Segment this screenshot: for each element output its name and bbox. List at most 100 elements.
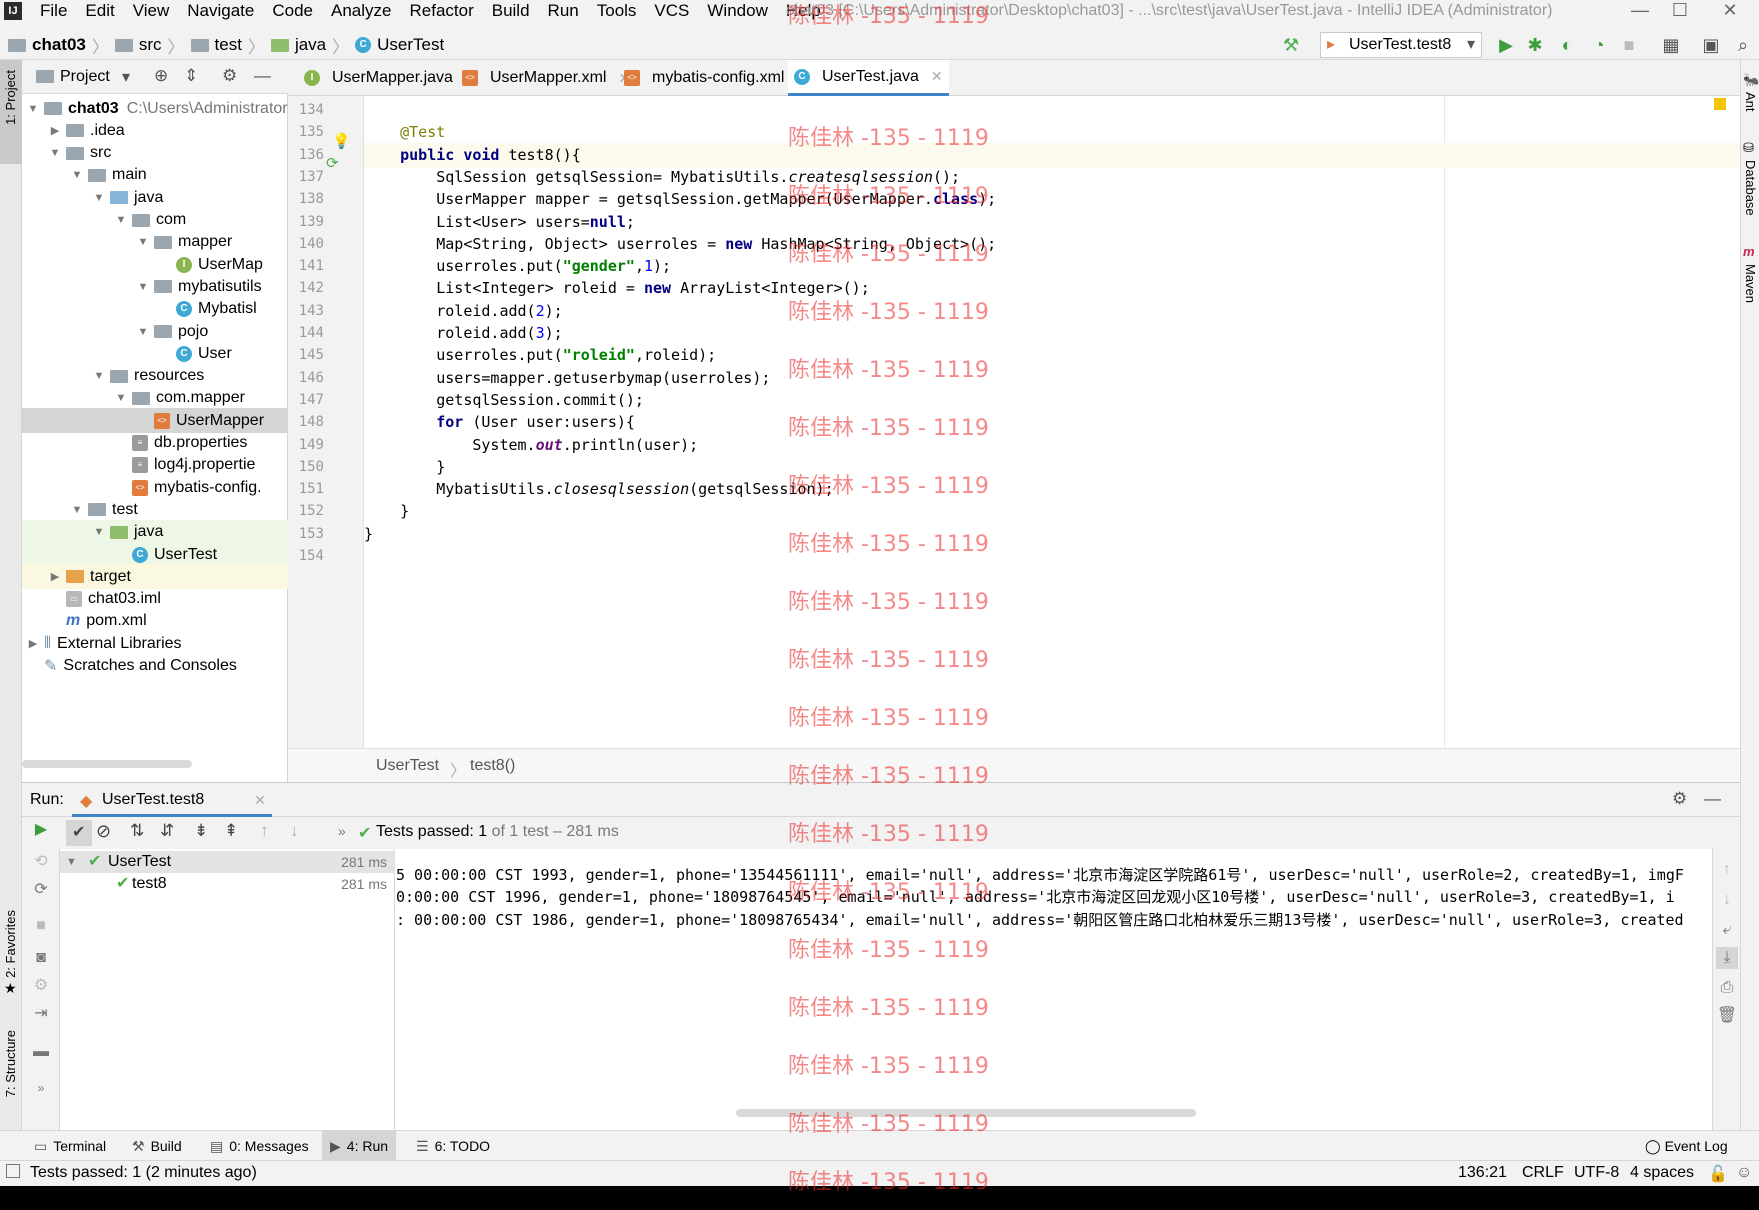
menu-item-build[interactable]: Build	[492, 1, 530, 21]
test-result-row[interactable]: ▼ ✔ UserTest 281 ms	[60, 851, 395, 873]
soft-wrap-icon[interactable]: ⤶	[1716, 919, 1738, 941]
ant-tool-button[interactable]: Ant	[1743, 92, 1758, 112]
more-icon[interactable]: »	[30, 1077, 52, 1099]
chevron-down-icon[interactable]: ▼	[48, 147, 62, 159]
sort-duration-icon[interactable]: ⇵	[160, 821, 174, 841]
chevron-down-icon[interactable]: ▼	[26, 103, 40, 115]
tree-item[interactable]: C UserTest	[22, 542, 288, 567]
code-line[interactable]: Map<String, Object> userroles = new Hash…	[364, 232, 1740, 257]
menu-item-code[interactable]: Code	[272, 1, 313, 21]
scroll-down-icon[interactable]: ↓	[1716, 889, 1738, 911]
bottom-tab[interactable]: ☰ 6: TODO	[416, 1131, 490, 1161]
previous-failed-icon[interactable]: ↑	[260, 821, 269, 841]
event-log-button[interactable]: ◯ Event Log	[1645, 1131, 1728, 1161]
code-line[interactable]: getsqlSession.commit();	[364, 388, 1740, 413]
tree-item[interactable]: ≡ log4j.propertie	[22, 453, 288, 478]
editor-crumb-class[interactable]: UserTest	[376, 757, 439, 775]
tree-item[interactable]: ▼ test	[22, 497, 288, 522]
tree-item[interactable]: m pom.xml	[22, 609, 288, 634]
tree-item[interactable]: ▶ target	[22, 564, 288, 590]
camera-icon[interactable]: ◙	[30, 947, 52, 969]
chevron-right-icon[interactable]: ▶	[48, 124, 62, 137]
caret-position[interactable]: 136:21	[1458, 1164, 1507, 1182]
breadcrumb-item[interactable]: UserTest	[377, 35, 444, 55]
tree-item[interactable]: I UserMap	[22, 252, 288, 277]
chevron-down-icon[interactable]: ▼	[114, 392, 128, 404]
tree-item[interactable]: ✎ Scratches and Consoles	[22, 654, 288, 679]
project-view-title[interactable]: Project	[60, 68, 110, 86]
menu-item-navigate[interactable]: Navigate	[187, 1, 254, 21]
stop-icon[interactable]: ■	[1618, 35, 1640, 55]
tree-item[interactable]: <> UserMapper	[22, 408, 288, 434]
bottom-tab[interactable]: ⚒ Build	[132, 1131, 182, 1161]
expand-all-icon[interactable]: ⇟	[194, 821, 208, 841]
code-line[interactable]: List<User> users=null;	[364, 210, 1740, 235]
chevron-down-icon[interactable]: ▼	[136, 281, 150, 293]
tree-item[interactable]: ▶ ⦀ External Libraries	[22, 631, 288, 656]
rerun-icon[interactable]: ▶	[30, 819, 52, 841]
editor-crumb-method[interactable]: test8()	[470, 757, 515, 775]
menu-item-vcs[interactable]: VCS	[654, 1, 689, 21]
tool-windows-icon[interactable]	[6, 1164, 20, 1178]
maximize-button[interactable]: ☐	[1660, 0, 1700, 22]
file-encoding[interactable]: UTF-8	[1574, 1164, 1619, 1182]
chevron-down-icon[interactable]: ▼	[92, 192, 106, 204]
test-result-row[interactable]: ✔ test8 281 ms	[60, 873, 395, 895]
bottom-tab[interactable]: ▤ 0: Messages	[210, 1131, 309, 1161]
project-tool-button[interactable]: 1: Project	[3, 70, 18, 125]
debug-icon[interactable]: ✱	[1524, 35, 1546, 55]
print-icon[interactable]: ⎙	[1716, 977, 1738, 999]
tree-item[interactable]: ▼ src	[22, 141, 288, 166]
code-line[interactable]: @Test	[364, 120, 1740, 145]
trash-icon[interactable]: 🗑	[1716, 1005, 1738, 1027]
tree-item[interactable]: ▼ resources	[22, 364, 288, 389]
bottom-tab[interactable]: ▭ Terminal	[34, 1131, 106, 1161]
lock-icon[interactable]: 🔓	[1708, 1164, 1728, 1184]
code-line[interactable]: public void test8(){	[364, 142, 1740, 168]
code-line[interactable]: userroles.put("roleid",roleid);	[364, 343, 1740, 368]
chevron-down-icon[interactable]: ▼	[136, 236, 150, 248]
breadcrumb-item[interactable]: test	[215, 35, 242, 55]
line-separator[interactable]: CRLF	[1522, 1164, 1564, 1182]
layout-icon[interactable]: ▣	[1700, 35, 1722, 55]
editor-tab[interactable]: <>mybatis-config.xml✕	[618, 60, 814, 96]
tree-item[interactable]: ▼ java	[22, 519, 288, 545]
tree-item[interactable]: ▶ .idea	[22, 118, 288, 143]
menu-item-run[interactable]: Run	[548, 1, 579, 21]
chevron-down-icon[interactable]: ▼	[136, 326, 150, 338]
show-passed-button[interactable]: ✔	[66, 820, 92, 846]
build-hammer-icon[interactable]: ⚒	[1280, 35, 1302, 55]
run-tab[interactable]: ◆ UserTest.test8 ✕	[72, 783, 272, 817]
menu-item-view[interactable]: View	[133, 1, 170, 21]
sort-alpha-icon[interactable]: ⇅	[130, 821, 144, 841]
console-output[interactable]: 5 00:00:00 CST 1993, gender=1, phone='13…	[396, 849, 1726, 1131]
code-line[interactable]: userroles.put("gender",1);	[364, 254, 1740, 279]
menu-item-refactor[interactable]: Refactor	[409, 1, 473, 21]
gear-icon[interactable]: ⚙	[1672, 789, 1687, 809]
lightbulb-icon[interactable]: 💡	[332, 132, 351, 150]
toggle-auto-test-icon[interactable]: ⟳	[30, 879, 52, 901]
locate-icon[interactable]: ⊕	[154, 66, 168, 86]
chevron-right-icon[interactable]: ▶	[48, 570, 62, 583]
project-structure-icon[interactable]: ▦	[1660, 35, 1682, 55]
run-test-gutter-icon[interactable]: ⟳	[326, 154, 339, 172]
code-line[interactable]	[364, 544, 1740, 569]
menu-item-analyze[interactable]: Analyze	[331, 1, 391, 21]
tree-item[interactable]: ▼ pojo	[22, 319, 288, 344]
hide-icon[interactable]: —	[254, 66, 271, 86]
bottom-tab[interactable]: ▶ 4: Run	[322, 1131, 397, 1161]
close-icon[interactable]: ✕	[254, 792, 266, 809]
menu-item-window[interactable]: Window	[707, 1, 767, 21]
tree-item[interactable]: ▼ com.mapper	[22, 386, 288, 411]
code-line[interactable]: for (User user:users){	[364, 410, 1740, 435]
tree-item[interactable]: ▼ mapper	[22, 230, 288, 255]
structure-tool-button[interactable]: 7: Structure	[3, 1030, 18, 1097]
coverage-icon[interactable]: ◐	[1556, 35, 1578, 55]
indent-setting[interactable]: 4 spaces	[1630, 1164, 1694, 1182]
tree-item[interactable]: C User	[22, 341, 288, 366]
code-line[interactable]: SqlSession getsqlSession= MybatisUtils.c…	[364, 165, 1740, 190]
tree-item[interactable]: ≡ db.properties	[22, 431, 288, 456]
run-configuration-select[interactable]: ▸ UserTest.test8 ▾	[1320, 32, 1482, 58]
more-icon[interactable]: »	[338, 823, 346, 839]
chevron-down-icon[interactable]: ▼	[70, 169, 84, 181]
